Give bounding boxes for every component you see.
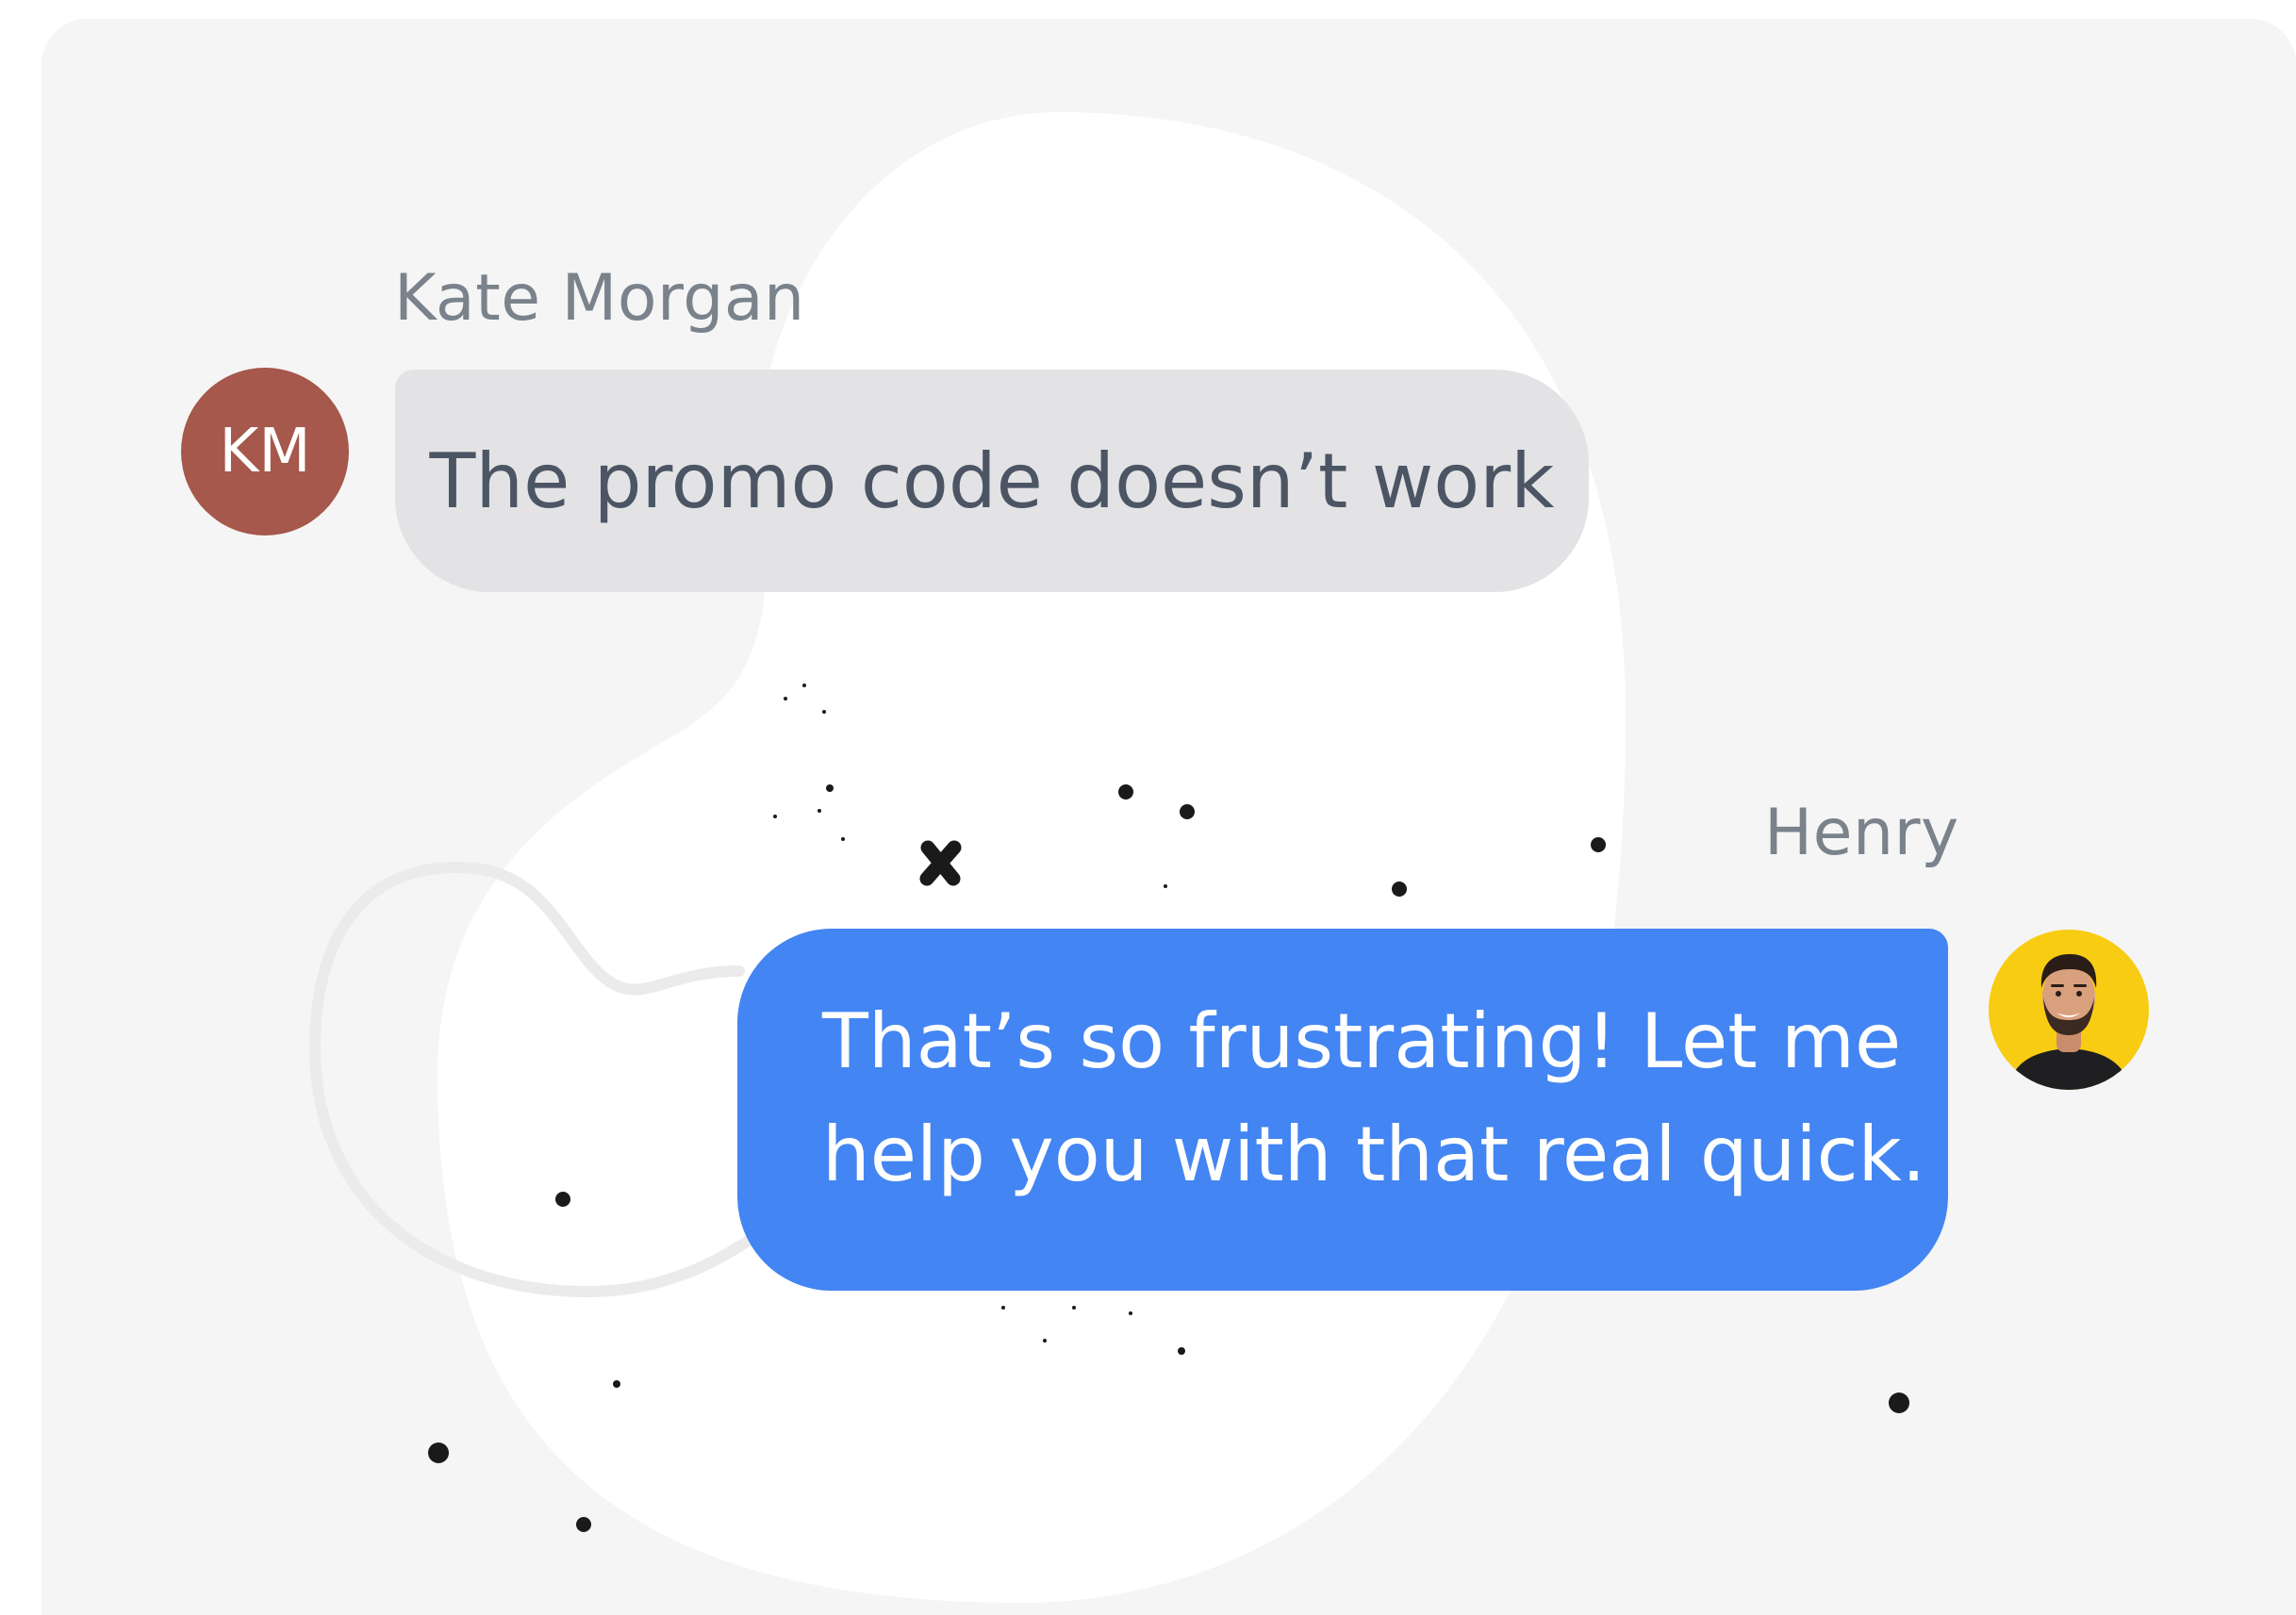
agent-name: Henry	[1764, 796, 1959, 870]
customer-message-text: The promo code doesn’t work	[429, 437, 1555, 525]
customer-name: Kate Morgan	[394, 261, 805, 336]
chat-illustration-card: Kate Morgan KM The promo code doesn’t wo…	[41, 19, 2296, 1615]
customer-initials: KM	[219, 417, 311, 486]
customer-message-bubble: The promo code doesn’t work	[395, 370, 1589, 592]
agent-avatar	[1989, 930, 2149, 1090]
agent-message-line: help you with that real quick.	[822, 1111, 1926, 1198]
agent-message-line: That’s so frustrating! Let me	[822, 997, 1902, 1085]
agent-portrait-icon	[2007, 954, 2130, 1090]
customer-avatar: KM	[181, 368, 349, 536]
agent-message-bubble: That’s so frustrating! Let me help you w…	[737, 929, 1948, 1291]
